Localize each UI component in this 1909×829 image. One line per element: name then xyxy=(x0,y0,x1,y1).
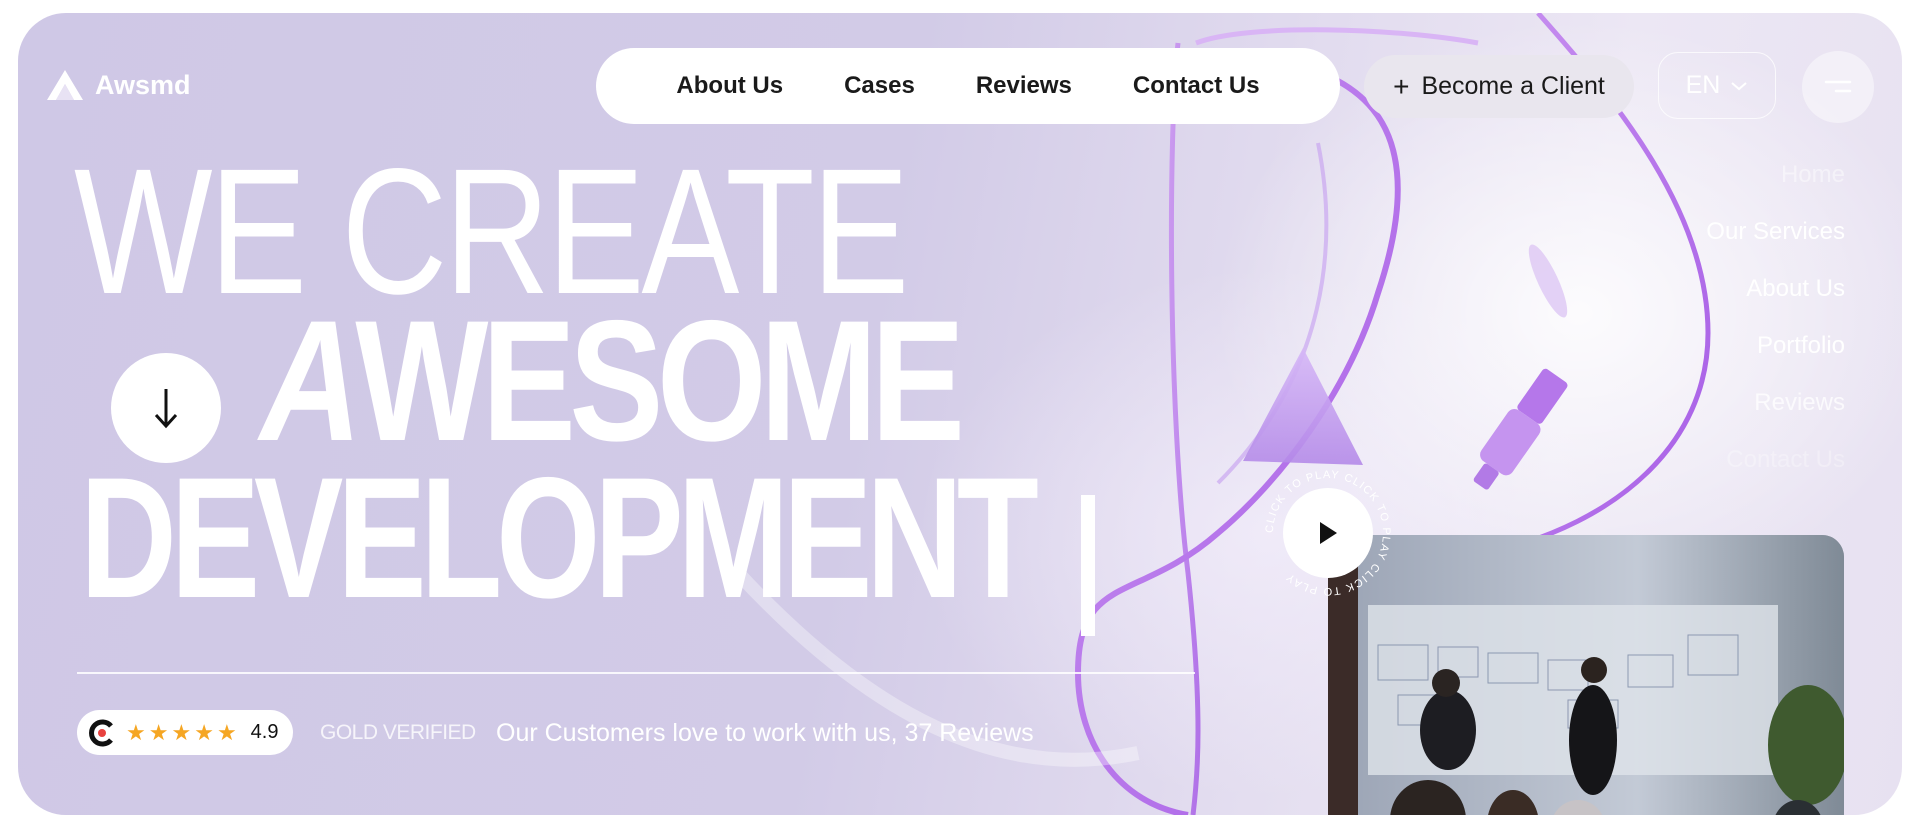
divider-line xyxy=(77,672,1195,674)
rating-badge[interactable]: ★ ★ ★ ★ ★ 4.9 xyxy=(77,710,293,755)
star-icon: ★ xyxy=(148,719,169,745)
side-menu-item-contact-us[interactable]: Contact Us xyxy=(1706,445,1845,502)
language-label: EN xyxy=(1685,71,1721,99)
side-menu-item-our-services[interactable]: Our Services xyxy=(1706,217,1845,274)
reviews-summary: Our Customers love to work with us, 37 R… xyxy=(496,719,1034,747)
headline-line-1: WE CREATE xyxy=(74,131,909,331)
side-menu: Home Our Services About Us Portfolio Rev… xyxy=(1706,160,1845,502)
video-thumbnail-image xyxy=(1328,535,1844,815)
play-button[interactable] xyxy=(1283,488,1373,578)
nav-link-reviews[interactable]: Reviews xyxy=(976,72,1072,100)
side-menu-item-home[interactable]: Home xyxy=(1706,160,1845,217)
become-client-button[interactable]: + Become a Client xyxy=(1364,55,1634,118)
arrow-down-icon xyxy=(154,389,178,429)
become-client-label: Become a Client xyxy=(1421,72,1605,100)
play-video-control[interactable]: CLICK TO PLAY CLICK TO PLAY CLICK TO PLA… xyxy=(1263,468,1393,598)
nav-link-about-us[interactable]: About Us xyxy=(676,72,783,100)
video-preview[interactable] xyxy=(1328,535,1844,815)
hero-section: Awsmd About Us Cases Reviews Contact Us … xyxy=(18,13,1902,815)
side-menu-item-about-us[interactable]: About Us xyxy=(1706,274,1845,331)
brand-logo[interactable]: Awsmd xyxy=(45,68,191,102)
main-nav: About Us Cases Reviews Contact Us xyxy=(596,48,1340,124)
clutch-logo-icon xyxy=(89,719,113,746)
chevron-down-icon xyxy=(1731,81,1748,90)
star-icon: ★ xyxy=(216,719,237,745)
typing-cursor xyxy=(1081,495,1095,636)
menu-button[interactable] xyxy=(1802,51,1874,123)
star-icon: ★ xyxy=(171,719,192,745)
side-menu-item-reviews[interactable]: Reviews xyxy=(1706,388,1845,445)
plus-icon: + xyxy=(1393,70,1410,102)
nav-link-contact-us[interactable]: Contact Us xyxy=(1133,72,1260,100)
star-rating: ★ ★ ★ ★ ★ xyxy=(126,719,237,745)
headline-line-3: DEVELOPMENT xyxy=(80,442,1039,634)
logo-icon xyxy=(47,70,83,100)
menu-icon xyxy=(1824,80,1852,93)
star-icon: ★ xyxy=(126,719,146,745)
play-icon xyxy=(1320,522,1337,544)
star-icon: ★ xyxy=(194,719,214,745)
language-selector[interactable]: EN xyxy=(1658,52,1776,119)
headline-line-2: AWESOME xyxy=(260,295,965,467)
rating-score: 4.9 xyxy=(250,721,279,743)
side-menu-item-portfolio[interactable]: Portfolio xyxy=(1706,331,1845,388)
gold-verified-label: GOLD VERIFIED xyxy=(320,721,476,744)
brand-name: Awsmd xyxy=(95,69,191,100)
nav-link-cases[interactable]: Cases xyxy=(844,72,915,100)
